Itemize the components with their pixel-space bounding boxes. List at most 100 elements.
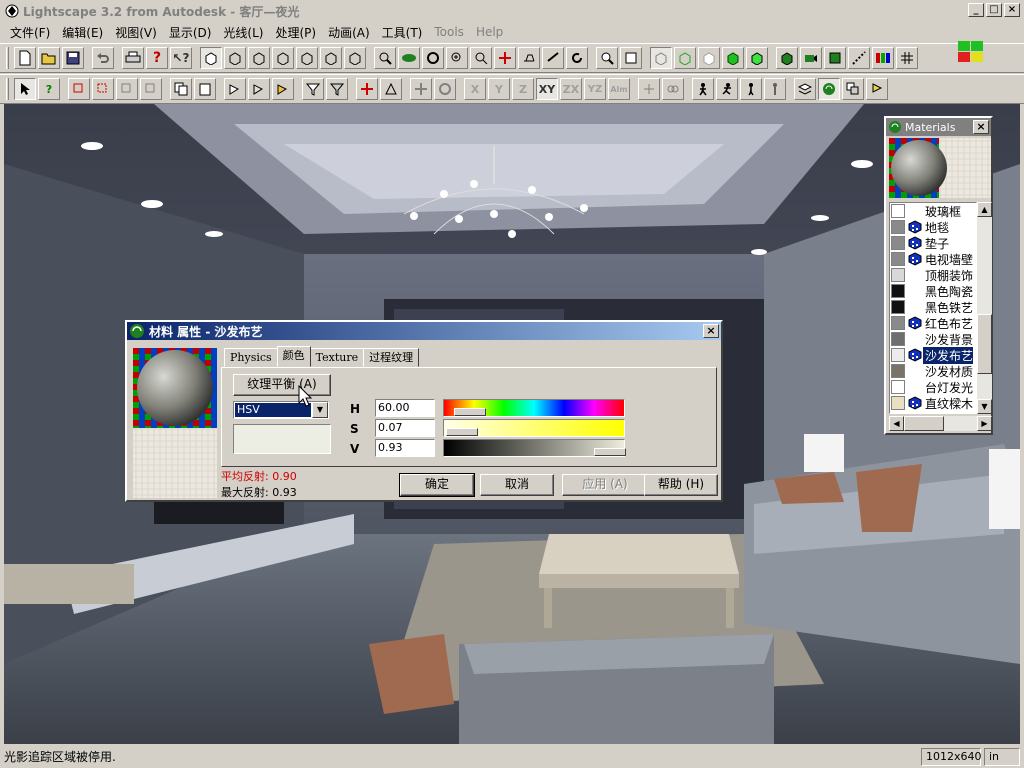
saturation-slider-thumb[interactable] [446, 428, 478, 436]
select-window-icon[interactable] [92, 78, 114, 100]
list-item[interactable]: 红色布艺 [890, 315, 976, 331]
tab-procedural-texture[interactable]: 过程纹理 [363, 348, 420, 367]
cube-view-6-icon[interactable] [344, 47, 366, 69]
wireframe-icon[interactable] [650, 47, 672, 69]
menu-edit[interactable]: 编辑(E) [56, 24, 109, 41]
s-value-input[interactable]: 0.07 [375, 419, 435, 437]
scroll-down-icon[interactable]: ▼ [977, 399, 992, 414]
dialog-title-bar[interactable]: 材料 属性 - 沙发布艺 [127, 322, 721, 340]
undo-icon[interactable] [92, 47, 114, 69]
cube-view-2-icon[interactable] [248, 47, 270, 69]
solid-icon[interactable] [722, 47, 744, 69]
list-item[interactable]: 黑色铁艺 [890, 299, 976, 315]
color-model-select[interactable]: HSV ▼ [233, 401, 329, 419]
link-icon[interactable] [662, 78, 684, 100]
stand-icon[interactable] [764, 78, 786, 100]
list-item[interactable]: 沙发布艺 [890, 346, 976, 364]
cube-view-5-icon[interactable] [320, 47, 342, 69]
walk-person-icon[interactable] [692, 78, 714, 100]
paste-icon[interactable] [194, 78, 216, 100]
materials-list[interactable]: 玻璃框 地毯 垫子 电视墙壁 顶棚装饰 黑色陶瓷 黑色铁艺 红色布艺 沙发背景 沙发布艺 沙发材质台… [889, 202, 977, 414]
materials-horizontal-scrollbar[interactable]: ◀ ▶ [889, 416, 992, 431]
menu-tools-cn[interactable]: 工具(T) [376, 24, 429, 41]
rotate-icon[interactable] [422, 47, 444, 69]
edit-block-icon[interactable] [248, 78, 270, 100]
ok-button[interactable]: 确定 [399, 473, 475, 497]
select-info-icon[interactable]: ? [38, 78, 60, 100]
menu-display[interactable]: 显示(D) [163, 24, 218, 41]
refresh-icon[interactable] [566, 47, 588, 69]
orbit-icon[interactable] [398, 47, 420, 69]
walk-icon[interactable] [518, 47, 540, 69]
axis-zx-button[interactable]: ZX [560, 78, 582, 100]
saturation-slider[interactable] [443, 419, 625, 437]
measure-icon[interactable] [848, 47, 870, 69]
h-value-input[interactable]: 60.00 [375, 399, 435, 417]
light-tools-icon[interactable] [380, 78, 402, 100]
print-icon[interactable] [122, 47, 144, 69]
rotate-obj-icon[interactable] [434, 78, 456, 100]
toolbar-grip[interactable] [6, 47, 9, 69]
help-icon[interactable]: ? [146, 47, 168, 69]
save-icon[interactable] [62, 47, 84, 69]
blocks-panel-icon[interactable] [842, 78, 864, 100]
value-slider-thumb[interactable] [594, 448, 626, 456]
list-item[interactable]: 台灯发光 [890, 379, 976, 395]
list-item[interactable]: 顶棚装饰 [890, 267, 976, 283]
hscroll-thumb[interactable] [904, 416, 944, 431]
camera-icon[interactable] [800, 47, 822, 69]
menu-file[interactable]: 文件(F) [4, 24, 56, 41]
new-file-icon[interactable] [14, 47, 36, 69]
layers-icon[interactable] [824, 47, 846, 69]
list-item[interactable]: 沙发背景 [890, 331, 976, 347]
zoom-extent-icon[interactable] [374, 47, 396, 69]
layers-panel-icon[interactable] [794, 78, 816, 100]
lights-panel-icon[interactable] [866, 78, 888, 100]
texture-balance-button[interactable]: 纹理平衡 (A) [233, 374, 331, 396]
block-icon[interactable] [224, 78, 246, 100]
shaded-wire-icon[interactable] [674, 47, 696, 69]
list-item[interactable]: 玻璃框 [890, 203, 976, 219]
grid-icon[interactable] [896, 47, 918, 69]
cancel-button[interactable]: 取消 [480, 474, 554, 496]
chevron-down-icon[interactable]: ▼ [312, 402, 328, 418]
tab-color[interactable]: 颜色 [276, 346, 311, 367]
snap-icon[interactable] [638, 78, 660, 100]
axis-xy-button[interactable]: XY [536, 78, 558, 100]
list-item[interactable]: 地毯 [890, 219, 976, 235]
materials-panel-close-button[interactable]: × [973, 120, 989, 134]
materials-vertical-scrollbar[interactable]: ▲ ▼ [977, 202, 992, 414]
axis-z-button[interactable]: Z [512, 78, 534, 100]
select-arrow-icon[interactable] [14, 78, 36, 100]
menu-process[interactable]: 处理(P) [269, 24, 322, 41]
menu-view[interactable]: 视图(V) [109, 24, 163, 41]
menu-animation[interactable]: 动画(A) [322, 24, 376, 41]
axis-x-button[interactable]: X [464, 78, 486, 100]
copy-icon[interactable] [170, 78, 192, 100]
move-icon[interactable] [410, 78, 432, 100]
axis-y-button[interactable]: Y [488, 78, 510, 100]
dialog-close-button[interactable]: × [703, 324, 719, 338]
zoom-window-icon[interactable] [596, 47, 618, 69]
v-value-input[interactable]: 0.93 [375, 439, 435, 457]
apply-button[interactable]: 应用 (A) [562, 474, 648, 496]
pan-icon[interactable] [494, 47, 516, 69]
filter-icon[interactable] [302, 78, 324, 100]
filter-select-icon[interactable] [326, 78, 348, 100]
list-item[interactable]: 垫子 [890, 235, 976, 251]
cube-view-3-icon[interactable] [272, 47, 294, 69]
menu-light[interactable]: 光线(L) [217, 24, 269, 41]
minimize-button[interactable]: _ [968, 3, 984, 17]
value-slider[interactable] [443, 439, 626, 457]
pedestrian-icon[interactable] [740, 78, 762, 100]
tab-texture[interactable]: Texture [309, 348, 365, 367]
add-light-icon[interactable] [356, 78, 378, 100]
list-item[interactable]: 电视墙壁 [890, 251, 976, 267]
move-block-icon[interactable] [272, 78, 294, 100]
cube-view-1-icon[interactable] [224, 47, 246, 69]
select-box-icon[interactable] [68, 78, 90, 100]
cube-view-4-icon[interactable] [296, 47, 318, 69]
axis-all-button[interactable]: Alm [608, 78, 630, 100]
materials-panel-icon[interactable] [818, 78, 840, 100]
solid-outline-icon[interactable] [746, 47, 768, 69]
